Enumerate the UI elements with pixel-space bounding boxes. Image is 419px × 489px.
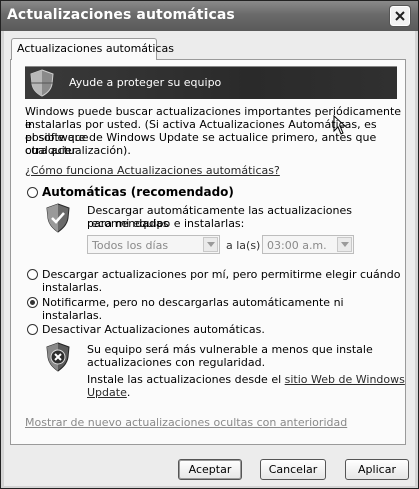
apply-button[interactable]: Aplicar bbox=[345, 459, 409, 480]
protect-banner: Ayude a proteger su equipo bbox=[25, 66, 397, 99]
time-select[interactable]: 03:00 a.m. bbox=[262, 235, 354, 254]
chevron-down-icon bbox=[341, 242, 349, 247]
client-area: Actualizaciones automáticas Ayude a prot… bbox=[4, 31, 415, 486]
install-from-text-2: Update. bbox=[87, 386, 130, 399]
window-title: Actualizaciones automáticas bbox=[7, 7, 235, 23]
automatic-desc-line-2: para mi equipo e instalarlas: bbox=[87, 217, 245, 230]
time-select-arrow[interactable] bbox=[337, 237, 352, 252]
windows-update-link[interactable]: sitio Web de Windows bbox=[285, 373, 405, 386]
disable-label[interactable]: Desactivar Actualizaciones automáticas. bbox=[42, 323, 265, 336]
shield-check-icon bbox=[46, 203, 70, 233]
disable-warning-line-2: actualizaciones con regularidad. bbox=[87, 356, 266, 369]
cancel-button[interactable]: Cancelar bbox=[260, 459, 326, 480]
radio-download[interactable] bbox=[27, 269, 38, 280]
install-prefix: Instale las actualizaciones desde el bbox=[87, 373, 285, 386]
day-select[interactable]: Todos los días bbox=[87, 235, 220, 254]
how-it-works-link[interactable]: ¿Cómo funciona Actualizaciones automátic… bbox=[25, 164, 280, 177]
radio-disable[interactable] bbox=[27, 324, 38, 335]
title-bar[interactable]: Actualizaciones automáticas bbox=[1, 1, 418, 31]
notify-label[interactable]: Notificarme, pero no descargarlas automá… bbox=[42, 296, 405, 322]
close-icon bbox=[395, 11, 405, 21]
banner-text: Ayude a proteger su equipo bbox=[69, 76, 222, 89]
windows-update-link-2[interactable]: Update bbox=[87, 386, 127, 399]
radio-notify[interactable] bbox=[27, 297, 38, 308]
tab-panel: Ayude a proteger su equipo Windows puede… bbox=[10, 59, 406, 445]
at-label: a la(s) bbox=[226, 239, 261, 252]
day-select-arrow[interactable] bbox=[203, 237, 218, 252]
disable-warning-line-1: Su equipo será más vulnerable a menos qu… bbox=[87, 343, 373, 356]
accept-button[interactable]: Aceptar bbox=[178, 459, 242, 480]
install-from-text: Instale las actualizaciones desde el sit… bbox=[87, 373, 405, 386]
auto-updates-window: Actualizaciones automáticas Actualizacio… bbox=[0, 0, 419, 489]
show-hidden-updates-link[interactable]: Mostrar de nuevo actualizaciones ocultas… bbox=[25, 416, 347, 429]
download-line-2[interactable]: instalarlas. bbox=[42, 281, 102, 294]
download-line-1[interactable]: Descargar actualizaciones por mí, pero p… bbox=[42, 268, 400, 281]
intro-line-4: otra actualización). bbox=[25, 144, 131, 157]
automatic-label[interactable]: Automáticas (recomendado) bbox=[42, 185, 234, 199]
radio-automatic[interactable] bbox=[27, 187, 38, 198]
tab-label: Actualizaciones automáticas bbox=[17, 42, 174, 55]
shield-icon bbox=[30, 69, 54, 97]
time-select-value: 03:00 a.m. bbox=[267, 239, 327, 252]
close-button[interactable] bbox=[390, 6, 410, 26]
shield-x-icon bbox=[46, 342, 70, 372]
install-suffix: . bbox=[126, 386, 131, 399]
day-select-value: Todos los días bbox=[92, 239, 169, 252]
chevron-down-icon bbox=[207, 242, 215, 247]
tab-auto-updates[interactable]: Actualizaciones automáticas bbox=[11, 38, 174, 60]
